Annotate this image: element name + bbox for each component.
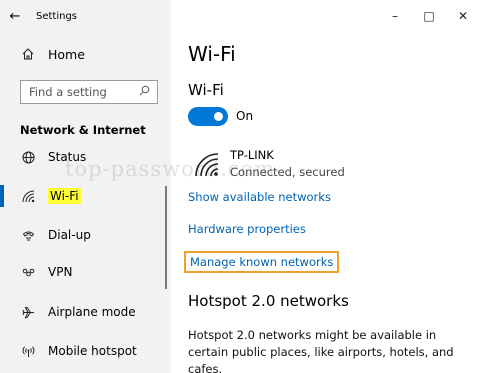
page-title: Wi-Fi: [188, 42, 236, 66]
airplane-icon: [20, 306, 36, 319]
sidebar-item-dial-up[interactable]: Dial-up: [0, 219, 171, 251]
selection-indicator: [0, 185, 4, 207]
wifi-subheader: Wi-Fi: [188, 81, 224, 99]
sidebar-item-label: Airplane mode: [48, 305, 136, 319]
phone-icon: [20, 229, 36, 242]
maximize-icon: □: [423, 9, 435, 23]
back-button[interactable]: ←: [0, 0, 30, 32]
settings-window: ← Settings Home Network & Internet: [0, 0, 480, 373]
manage-known-networks-link[interactable]: Manage known networks: [184, 251, 340, 273]
sidebar-item-mobile-hotspot[interactable]: Mobile hotspot: [0, 335, 171, 367]
toggle-state-label: On: [236, 109, 254, 123]
main-content: – □ ✕ Wi-Fi Wi-Fi On TP-LINK Connected, …: [171, 0, 480, 373]
sidebar-item-label: VPN: [48, 265, 73, 279]
close-button[interactable]: ✕: [446, 0, 480, 32]
close-icon: ✕: [457, 9, 469, 23]
window-controls: – □ ✕: [378, 0, 480, 32]
hardware-properties-link[interactable]: Hardware properties: [188, 222, 306, 236]
hotspot-icon: [20, 345, 36, 358]
minimize-button[interactable]: –: [378, 0, 412, 32]
network-entry[interactable]: TP-LINK Connected, secured: [188, 148, 468, 184]
back-arrow-icon: ←: [9, 8, 21, 24]
sidebar-item-label: Dial-up: [48, 228, 91, 242]
hotspot-description: Hotspot 2.0 networks might be available …: [188, 328, 454, 373]
wifi-toggle[interactable]: [188, 107, 228, 126]
sidebar-scrollbar[interactable]: [165, 186, 167, 289]
vpn-icon: [20, 266, 36, 279]
sidebar-item-label: Wi-Fi: [48, 188, 81, 204]
network-name: TP-LINK: [230, 148, 274, 162]
wifi-icon: [20, 190, 36, 203]
sidebar-item-wifi[interactable]: Wi-Fi: [0, 180, 171, 212]
title-bar: ← Settings: [0, 0, 171, 32]
toggle-knob: [214, 112, 223, 121]
network-status: Connected, secured: [230, 165, 345, 179]
minimize-icon: –: [392, 9, 398, 23]
show-available-networks-link[interactable]: Show available networks: [188, 190, 331, 204]
sidebar-item-label: Status: [48, 150, 87, 164]
section-header: Network & Internet: [20, 123, 146, 137]
sidebar: ← Settings Home Network & Internet: [0, 0, 171, 373]
sidebar-item-label: Mobile hotspot: [48, 344, 137, 358]
wifi-signal-icon: [195, 153, 219, 177]
search-input[interactable]: [29, 85, 129, 99]
maximize-button[interactable]: □: [412, 0, 446, 32]
globe-icon: [20, 151, 36, 164]
home-label: Home: [48, 46, 85, 62]
sidebar-item-airplane-mode[interactable]: Airplane mode: [0, 296, 171, 328]
app-title: Settings: [36, 10, 78, 22]
search-icon[interactable]: [139, 85, 150, 99]
home-nav-item[interactable]: Home: [0, 38, 171, 70]
home-icon: [20, 47, 36, 61]
sidebar-item-status[interactable]: Status: [0, 141, 171, 173]
hotspot-section-title: Hotspot 2.0 networks: [188, 292, 349, 310]
sidebar-item-vpn[interactable]: VPN: [0, 256, 171, 288]
search-box[interactable]: [20, 80, 158, 104]
